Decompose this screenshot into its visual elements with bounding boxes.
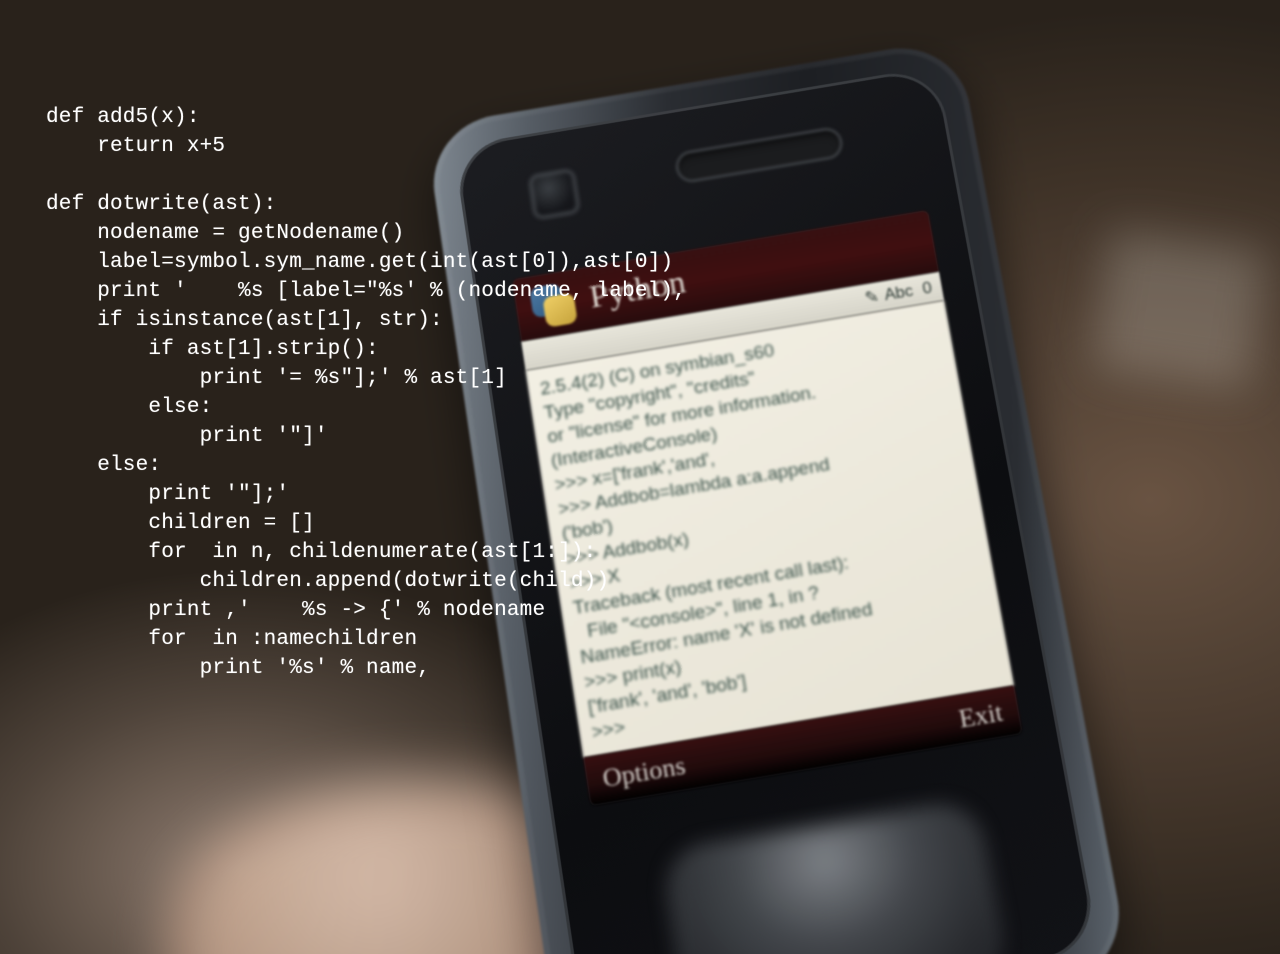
- softkey-left[interactable]: Options: [601, 750, 688, 794]
- background-paper-blur: [1091, 230, 1269, 391]
- code-overlay: def add5(x): return x+5 def dotwrite(ast…: [46, 103, 686, 683]
- input-mode: Abc: [883, 281, 915, 305]
- softkey-right[interactable]: Exit: [956, 697, 1005, 734]
- scene: Python ✎ Abc 0 2.5.4(2) (C) on symbian_s…: [0, 0, 1280, 954]
- edit-icon: ✎: [863, 287, 880, 308]
- counter: 0: [921, 278, 934, 298]
